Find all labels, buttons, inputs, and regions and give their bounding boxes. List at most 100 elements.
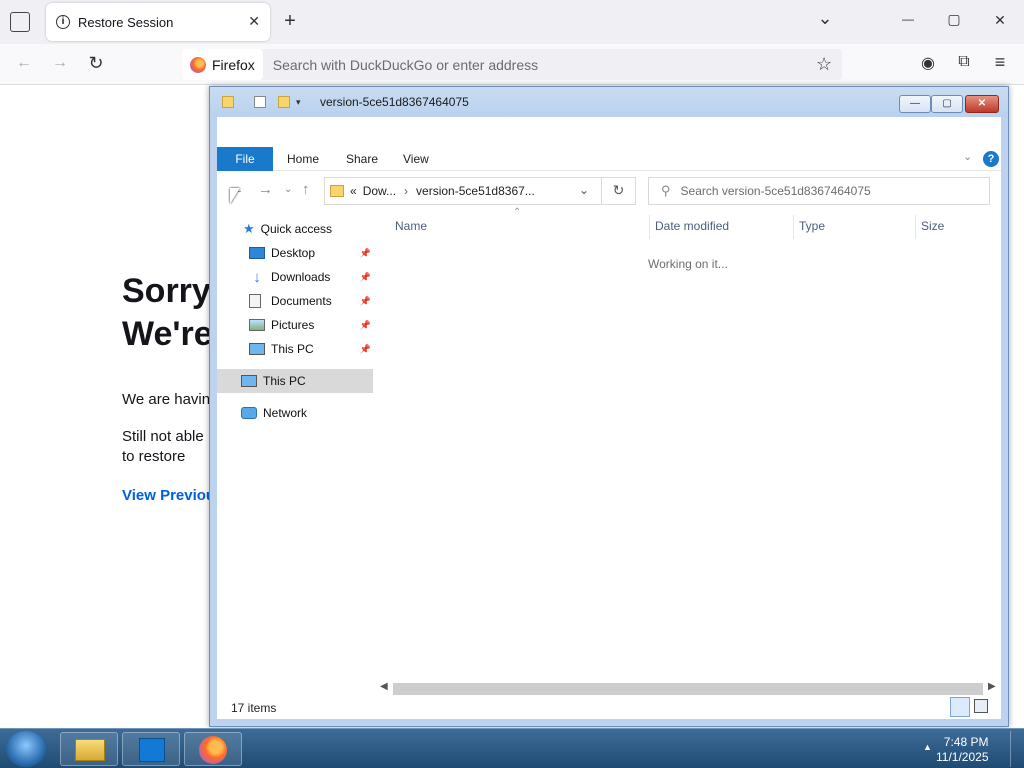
breadcrumb-downloads[interactable]: Dow... [363, 184, 396, 198]
identity-box[interactable]: Firefox [182, 49, 263, 80]
refresh-icon[interactable]: ↻ [601, 177, 635, 205]
address-bar[interactable]: Firefox Search with DuckDuckGo or enter … [182, 49, 842, 80]
taskbar-store[interactable] [122, 732, 180, 766]
nav-pictures[interactable]: Pictures 📌 [217, 313, 373, 337]
close-button[interactable]: ✕ [965, 95, 999, 113]
menu-icon[interactable]: ≡ [990, 52, 1010, 73]
scrollbar-thumb[interactable] [393, 683, 983, 695]
page-body-text: We are having trouble restoring your las… [122, 391, 212, 408]
firefox-logo-icon [190, 56, 206, 73]
details-view-icon[interactable] [950, 697, 970, 717]
nav-downloads[interactable]: ↓ Downloads 📌 [217, 265, 373, 289]
window-close-icon[interactable]: ✕ [990, 12, 1010, 29]
nav-label: This PC [271, 342, 314, 356]
nav-label: Documents [271, 294, 332, 308]
taskbar-firefox[interactable] [184, 732, 242, 766]
folder-icon [330, 185, 344, 197]
recent-locations-icon[interactable]: ⌄ [284, 184, 292, 195]
nav-label: Desktop [271, 246, 316, 260]
forward-icon[interactable]: → [50, 54, 70, 72]
tab-restore-session[interactable]: i Restore Session ✕ [46, 3, 270, 41]
nav-quick-access[interactable]: ★ Quick access [217, 217, 373, 241]
view-previous-tabs-link[interactable]: View Previous Tabs [122, 487, 212, 504]
new-tab-icon[interactable]: + [280, 10, 300, 33]
column-divider[interactable] [649, 215, 650, 239]
address-dropdown-icon[interactable]: ⌄ [579, 183, 589, 197]
store-icon [139, 738, 165, 762]
horizontal-scrollbar[interactable]: ◀ ▶ [375, 681, 1001, 697]
show-desktop-button[interactable] [1010, 731, 1024, 767]
desktop-icon [249, 247, 265, 259]
taskbar: ▲ 7:48 PM 11/1/2025 [0, 728, 1024, 768]
pin-icon: 📌 [359, 247, 371, 258]
minimize-button[interactable]: — [899, 95, 931, 113]
tab-close-icon[interactable]: ✕ [248, 13, 260, 30]
search-icon: ⚲ [661, 183, 671, 198]
nav-this-pc[interactable]: This PC [217, 369, 373, 393]
tab-view[interactable]: View [403, 147, 429, 171]
pin-icon: 📌 [359, 319, 371, 330]
column-divider[interactable] [793, 215, 794, 239]
nav-this-pc-pinned[interactable]: This PC 📌 [217, 337, 373, 361]
window-frame [210, 117, 217, 726]
tab-title: Restore Session [78, 14, 174, 30]
sort-caret-icon: ⌃ [513, 207, 522, 218]
start-button[interactable] [6, 731, 46, 767]
quick-access-dropdown-icon[interactable]: ▾ [296, 97, 301, 108]
breadcrumb-overflow[interactable]: « [350, 184, 357, 198]
page-body-text-2: Still not able to restore your session? … [122, 428, 204, 465]
address-box[interactable]: « Dow... › version-5ce51d8367... ⌄ [324, 177, 636, 205]
page-heading: Sorry. We're having trouble getting your… [122, 272, 212, 353]
taskbar-file-explorer[interactable] [60, 732, 118, 766]
large-icons-view-icon[interactable] [974, 699, 988, 713]
tab-home[interactable]: Home [287, 147, 319, 171]
bookmark-star-icon[interactable]: ☆ [816, 54, 832, 75]
scroll-left-icon[interactable]: ◀ [380, 681, 388, 692]
file-list: ⌃ Name Date modified Type Size Working o… [375, 207, 1001, 679]
search-box[interactable]: ⚲ Search version-5ce51d8367464075 [648, 177, 990, 205]
firefox-icon [199, 736, 227, 764]
nav-label: Network [263, 406, 308, 420]
minimize-icon[interactable]: — [898, 12, 918, 26]
tab-file[interactable]: File [217, 147, 273, 171]
forward-icon[interactable]: → [258, 181, 273, 198]
new-folder-icon[interactable] [278, 96, 290, 108]
nav-network[interactable]: Network [217, 401, 373, 425]
scroll-right-icon[interactable]: ▶ [988, 681, 996, 692]
clock[interactable]: 7:48 PM 11/1/2025 [936, 735, 989, 765]
pictures-icon [249, 319, 265, 331]
firefox-view-icon[interactable] [10, 12, 30, 32]
window-frame [210, 719, 1008, 726]
column-header-type[interactable]: Type [799, 219, 825, 237]
nav-desktop[interactable]: Desktop 📌 [217, 241, 373, 265]
tab-share[interactable]: Share [346, 147, 378, 171]
folder-icon [75, 739, 105, 761]
show-hidden-icons-icon[interactable]: ▲ [923, 742, 932, 752]
star-icon: ★ [243, 221, 255, 236]
properties-icon[interactable] [254, 96, 266, 108]
extensions-icon[interactable]: ⧉ [954, 53, 974, 71]
loading-status: Working on it... [648, 257, 728, 271]
column-header-name[interactable]: Name [395, 219, 427, 237]
back-icon[interactable]: ← [14, 54, 34, 72]
column-header-size[interactable]: Size [921, 219, 944, 237]
maximize-icon[interactable]: ▢ [944, 11, 964, 28]
breadcrumb-separator[interactable]: › [404, 184, 408, 198]
nav-documents[interactable]: Documents 📌 [217, 289, 373, 313]
expand-ribbon-icon[interactable]: ⌄ [963, 150, 972, 163]
search-input[interactable]: Search version-5ce51d8367464075 [681, 184, 871, 198]
account-icon[interactable]: ◉ [918, 53, 938, 73]
url-input[interactable]: Search with DuckDuckGo or enter address [263, 57, 538, 73]
reload-icon[interactable]: ↻ [86, 53, 106, 74]
help-icon[interactable]: ? [983, 151, 999, 167]
list-all-tabs-icon[interactable]: ⌄ [815, 8, 835, 29]
maximize-button[interactable]: ▢ [931, 95, 963, 113]
network-icon [241, 407, 257, 419]
column-header-date-modified[interactable]: Date modified [655, 219, 729, 237]
pin-icon: 📌 [359, 295, 371, 306]
up-icon[interactable]: ↑ [302, 181, 310, 198]
column-divider[interactable] [915, 215, 916, 239]
explorer-title-bar[interactable]: ▾ version-5ce51d8367464075 — ▢ ✕ [210, 87, 1008, 117]
computer-icon [249, 343, 265, 355]
breadcrumb-current[interactable]: version-5ce51d8367... [416, 184, 535, 198]
